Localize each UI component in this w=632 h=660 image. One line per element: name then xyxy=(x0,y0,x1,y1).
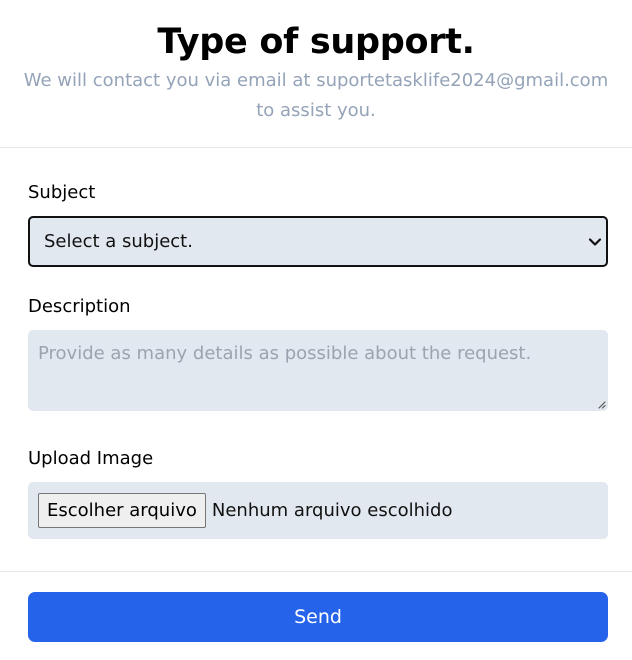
support-modal: Type of support. We will contact you via… xyxy=(0,0,632,660)
modal-header: Type of support. We will contact you via… xyxy=(0,0,632,148)
description-label: Description xyxy=(28,296,131,317)
description-textarea[interactable]: Provide as many details as possible abou… xyxy=(28,330,608,411)
page-title: Type of support. xyxy=(157,22,475,62)
upload-image-input[interactable]: Escolher arquivo Nenhum arquivo escolhid… xyxy=(28,482,608,539)
file-status-text: Nenhum arquivo escolhido xyxy=(211,500,453,521)
subject-select-value: Select a subject. xyxy=(44,231,193,252)
send-button[interactable]: Send xyxy=(28,592,608,642)
chevron-down-icon xyxy=(588,238,602,246)
subject-label: Subject xyxy=(28,182,96,203)
support-form: Subject Select a subject. Description Pr… xyxy=(0,148,632,571)
upload-image-label: Upload Image xyxy=(28,448,154,469)
resize-handle-icon[interactable] xyxy=(596,399,606,409)
choose-file-button[interactable]: Escolher arquivo xyxy=(38,493,206,528)
subject-select[interactable]: Select a subject. xyxy=(28,216,608,267)
modal-footer: Send xyxy=(0,571,632,660)
description-placeholder: Provide as many details as possible abou… xyxy=(38,343,532,364)
page-subtitle: We will contact you via email at suporte… xyxy=(23,70,609,121)
